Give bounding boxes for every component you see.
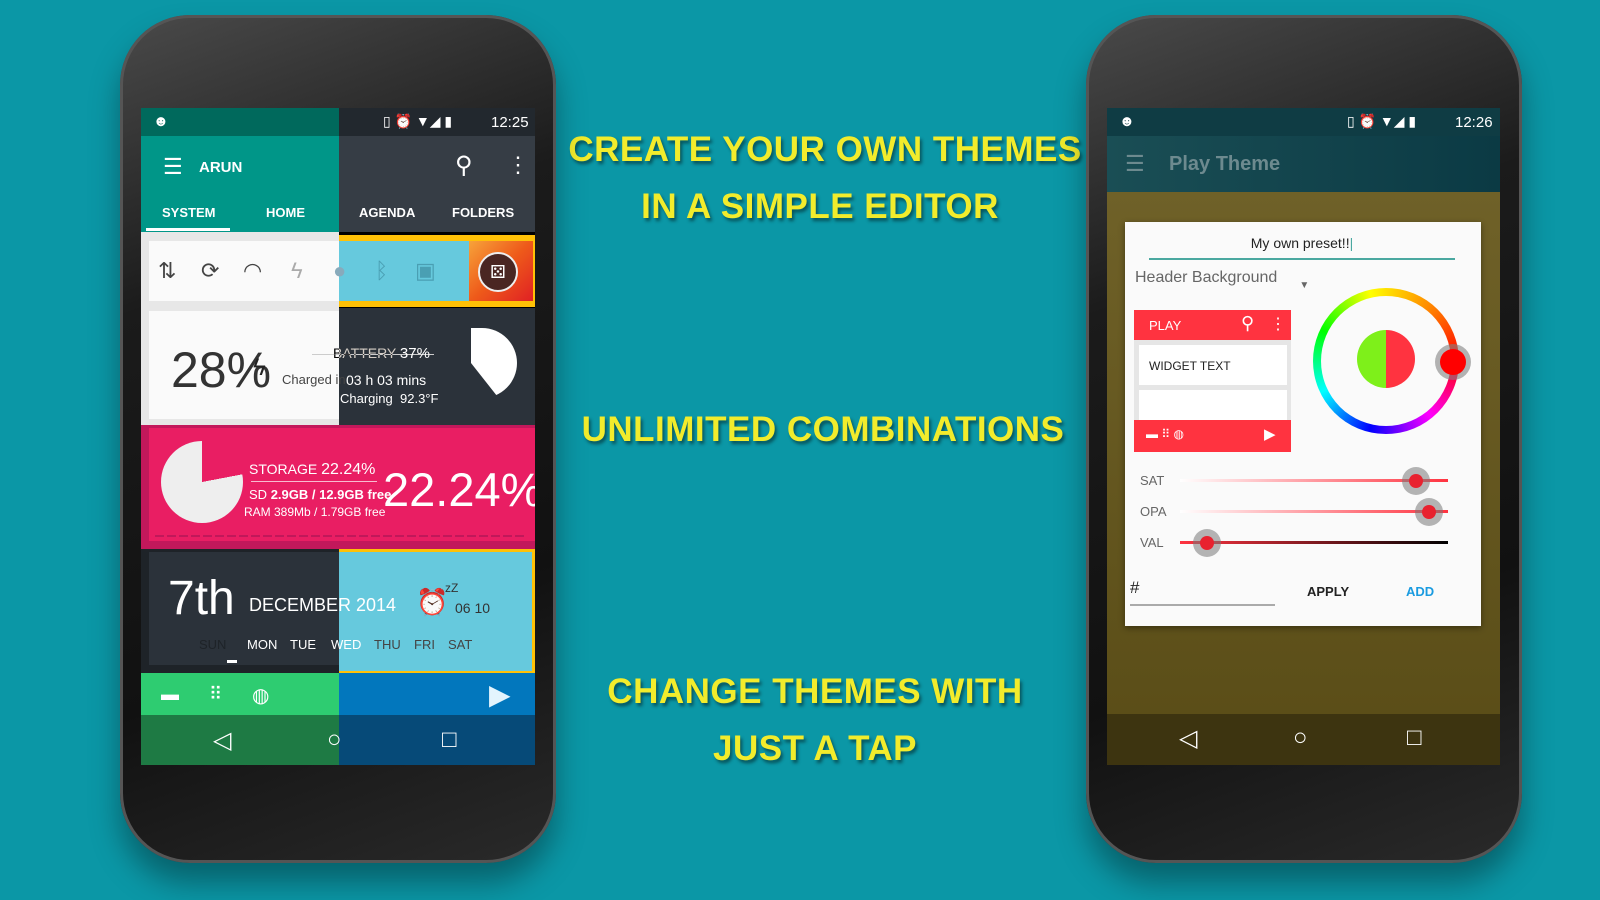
- alarm-time: 06 10: [455, 600, 491, 616]
- headline-1: CREATE YOUR OWN THEMES: [568, 130, 1082, 169]
- val-label: VAL: [1140, 535, 1164, 550]
- flash-toggle-icon[interactable]: ϟ: [291, 258, 303, 284]
- bluetooth-toggle-icon[interactable]: ᛒ: [375, 258, 388, 284]
- color-wheel-handle[interactable]: [1435, 344, 1471, 380]
- charging-label: Charging: [340, 391, 393, 406]
- snooze-label: zZ: [445, 581, 459, 595]
- menu-icon[interactable]: ☰: [163, 154, 183, 180]
- storage-pct-small: 22.24%: [321, 461, 376, 478]
- charged-label: Charged in: [282, 372, 346, 387]
- location-toggle-icon[interactable]: ●: [333, 258, 346, 284]
- battery-temp: 92.3°F: [400, 391, 439, 406]
- preview-dock-icons: ▬ ⠿ ◍: [1146, 427, 1184, 441]
- headline-3: UNLIMITED COMBINATIONS: [581, 410, 1065, 449]
- weekday: TUE: [290, 637, 316, 652]
- battery-pct: 37%: [399, 345, 430, 362]
- preview-title: PLAY: [1149, 318, 1182, 333]
- weekday: MON: [247, 637, 278, 652]
- sd-value: 2.9GB / 12.9GB free: [270, 487, 392, 502]
- preview-play-icon: ▶: [1264, 426, 1276, 443]
- back-button[interactable]: ◁: [1179, 724, 1197, 753]
- home-button[interactable]: ○: [1293, 724, 1308, 752]
- home-button[interactable]: ○: [327, 726, 342, 754]
- storage-label: STORAGE: [249, 461, 318, 477]
- right-phone-screen: ☻ ▯ ⏰ ▼◢ ▮ 12:26 ☰ Play Theme My own pre…: [1107, 108, 1500, 765]
- element-dropdown[interactable]: Header Background ▼: [1135, 269, 1309, 291]
- color-preview-circle: [1357, 330, 1415, 388]
- battery-label: BATTERY: [333, 345, 397, 361]
- preview-search-icon: ⚲: [1241, 313, 1255, 333]
- android-icon: ☻: [1119, 113, 1135, 130]
- data-toggle-icon[interactable]: ⇅: [158, 258, 176, 284]
- opa-label: OPA: [1140, 504, 1167, 519]
- play-icon[interactable]: ▶: [489, 678, 511, 711]
- tab-agenda[interactable]: AGENDA: [359, 205, 415, 220]
- weekday: SAT: [448, 637, 473, 652]
- hex-input[interactable]: #: [1130, 578, 1275, 606]
- toolbar-title: ARUN: [199, 159, 243, 176]
- tab-home[interactable]: HOME: [266, 205, 305, 220]
- weekday-row: SUN MON TUE WED THU FRI SAT: [199, 637, 472, 652]
- add-button[interactable]: ADD: [1406, 584, 1434, 599]
- storage-pct-big: 22.24%: [383, 463, 535, 516]
- weekday: WED: [331, 637, 362, 652]
- status-icons: ▯ ⏰ ▼◢ ▮: [383, 113, 453, 129]
- sync-toggle-icon[interactable]: ⟳: [201, 258, 219, 284]
- weekday: SUN: [199, 637, 227, 652]
- sat-label: SAT: [1140, 473, 1165, 488]
- recents-button[interactable]: □: [442, 726, 457, 754]
- headline-4: CHANGE THEMES WITH: [607, 672, 1023, 711]
- calendar-day: 7th: [168, 572, 235, 625]
- tab-system[interactable]: SYSTEM: [162, 205, 215, 220]
- more-icon[interactable]: ⋮: [507, 152, 529, 178]
- left-phone-screen: ☻ ▯ ⏰ ▼◢ ▮ 12:25 ☰ ARUN ⚲ ⋮ SYSTEM HOME …: [141, 108, 535, 765]
- opa-slider[interactable]: [1180, 510, 1448, 513]
- widget-preview: PLAY ⚲ ⋮ WIDGET TEXT ▬ ⠿ ◍ ▶: [1134, 310, 1291, 452]
- back-button[interactable]: ◁: [213, 726, 231, 755]
- storage-pie: [161, 441, 243, 523]
- nfc-toggle-icon[interactable]: ▣: [415, 258, 436, 284]
- status-time: 12:25: [491, 114, 529, 131]
- alarm-icon: ⏰: [416, 587, 449, 617]
- theme-editor-dialog: My own preset!!| Header Background ▼ PLAY…: [1125, 222, 1481, 626]
- android-icon: ☻: [153, 113, 169, 130]
- status-time: 12:26: [1455, 114, 1493, 131]
- dropdown-arrow-icon: ▼: [1299, 280, 1310, 291]
- wifi-toggle-icon[interactable]: ◠: [243, 258, 262, 284]
- ram-value: RAM 389Mb / 1.79GB free: [244, 505, 386, 519]
- search-icon[interactable]: ⚲: [455, 151, 473, 180]
- preset-name-input[interactable]: My own preset!!|: [1149, 230, 1455, 260]
- sd-label: SD: [249, 487, 268, 502]
- status-icons: ▯ ⏰ ▼◢ ▮: [1347, 113, 1417, 129]
- charge-icon: ϟ: [253, 354, 266, 381]
- random-theme-button[interactable]: ⚄: [478, 252, 518, 292]
- weekday: FRI: [414, 637, 435, 652]
- calendar-month-year: DECEMBER 2014: [249, 595, 397, 615]
- messages-icon[interactable]: ▬: [161, 684, 179, 705]
- toolbar-title: Play Theme: [1169, 153, 1281, 175]
- apply-button[interactable]: APPLY: [1307, 584, 1349, 599]
- dialer-icon[interactable]: ⠿: [209, 684, 222, 705]
- sat-slider-thumb[interactable]: [1401, 467, 1430, 495]
- menu-icon[interactable]: ☰: [1125, 151, 1145, 177]
- headline-2: IN A SIMPLE EDITOR: [641, 187, 999, 226]
- preview-widget-text: WIDGET TEXT: [1149, 359, 1231, 373]
- headline-5: JUST A TAP: [713, 729, 917, 768]
- browser-icon[interactable]: ◍: [252, 683, 269, 708]
- val-slider-thumb[interactable]: [1192, 529, 1221, 557]
- recents-button[interactable]: □: [1407, 724, 1422, 752]
- opa-slider-thumb[interactable]: [1415, 498, 1444, 526]
- tab-folders[interactable]: FOLDERS: [452, 205, 514, 220]
- charged-value: 03 h 03 mins: [346, 372, 427, 388]
- weekday: THU: [374, 637, 401, 652]
- preview-more-icon: ⋮: [1270, 316, 1286, 333]
